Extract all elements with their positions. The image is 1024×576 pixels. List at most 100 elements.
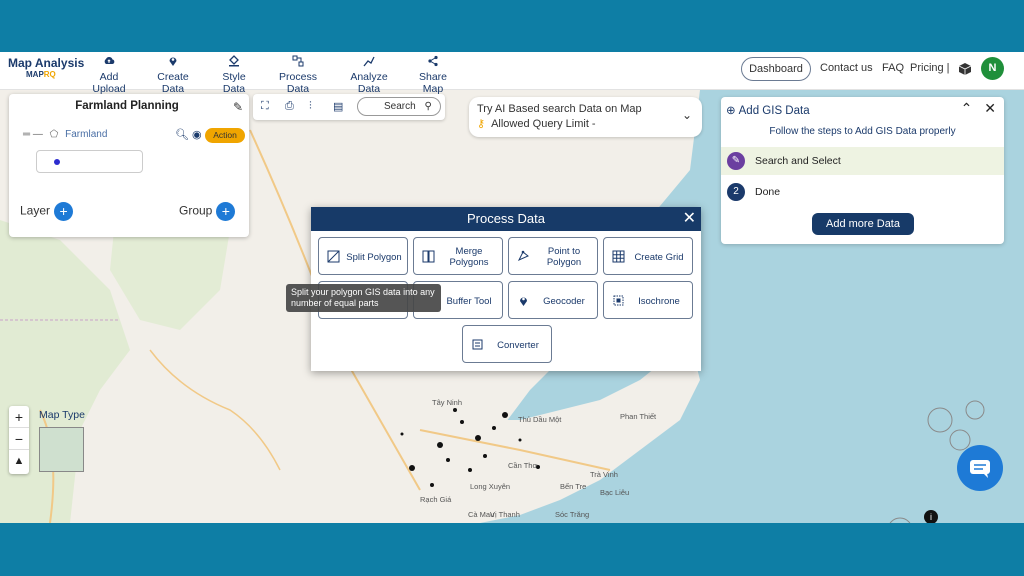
button-label: Converter <box>497 339 539 351</box>
nav-label: Analyze Data <box>350 71 388 95</box>
nav-analyze-data[interactable]: Analyze Data <box>338 55 400 95</box>
isochrone-button[interactable]: Isochrone <box>603 281 693 319</box>
nav-add-upload[interactable]: Add Upload <box>82 55 136 95</box>
grid-icon <box>612 250 625 263</box>
polygon-icon: ⬠ <box>49 129 59 140</box>
button-label: Create Grid <box>634 251 684 263</box>
group-label: Group <box>179 203 213 218</box>
merge-polygons-button[interactable]: Merge Polygons <box>413 237 503 275</box>
print-icon[interactable]: ⎙ <box>285 100 294 113</box>
add-group-plus-icon[interactable]: + <box>216 202 236 221</box>
fullscreen-icon[interactable]: ⛶ <box>261 100 269 113</box>
nav-style-data[interactable]: Style Data <box>210 55 258 95</box>
add-layer-control[interactable]: Layer + <box>20 202 74 221</box>
place-label: Vị Thanh <box>490 510 520 519</box>
cloud-upload-icon <box>82 55 136 69</box>
nav-process-data[interactable]: Process Data <box>267 55 329 95</box>
visibility-eye-icon[interactable]: ◉ <box>192 129 202 141</box>
gis-panel-subtitle: Follow the steps to Add GIS Data properl… <box>769 126 956 137</box>
button-label: Merge Polygons <box>449 246 489 268</box>
ai-search-title: Try AI Based search Data on Map <box>477 103 642 115</box>
split-polygon-button[interactable]: Split Polygon <box>318 237 408 275</box>
place-label: Cần Thơ <box>508 461 538 470</box>
drag-handle-icon[interactable]: ═ — <box>23 129 43 140</box>
chevron-down-icon[interactable]: ⌄ <box>682 108 692 122</box>
place-label: Cà Mau <box>468 510 495 519</box>
app-window: Phan Thiết Thủ Dầu Một Cần Thơ Rạch Giá … <box>0 52 1024 523</box>
geocoder-button[interactable]: Geocoder <box>508 281 598 319</box>
geocoder-icon <box>520 297 527 306</box>
button-label: Split Polygon <box>346 251 402 263</box>
map-toolbar: ⛶ ⎙ ⫶ ▤ Search ⚲ <box>253 94 445 120</box>
place-label: Sóc Trăng <box>555 510 590 519</box>
add-layer-plus-icon[interactable]: + <box>54 202 74 221</box>
compare-icon[interactable]: ⫶ <box>309 100 312 113</box>
edit-icon[interactable]: ✎ <box>233 100 243 114</box>
user-avatar[interactable]: N <box>981 57 1004 80</box>
logo-subtitle: MAPRQ <box>26 70 56 79</box>
merge-polygons-icon <box>422 250 435 263</box>
cube-icon[interactable] <box>958 62 972 81</box>
layer-name[interactable]: Farmland <box>65 129 107 140</box>
zoom-to-layer-icon[interactable]: 🔍︎ <box>175 129 189 141</box>
add-group-control[interactable]: Group + <box>179 202 236 221</box>
collapse-chevron-up-icon[interactable]: ⌃ <box>961 100 973 116</box>
split-polygon-tooltip: Split your polygon GIS data into any num… <box>286 284 441 312</box>
step-number: 2 <box>727 183 745 201</box>
nav-label: Share Map <box>418 71 448 95</box>
contact-link[interactable]: Contact us <box>820 62 873 74</box>
info-icon[interactable]: i <box>924 510 938 523</box>
map-type-thumbnail[interactable] <box>39 427 84 472</box>
gis-panel-title: ⊕ Add GIS Data <box>726 105 810 117</box>
nav-share-map[interactable]: Share Map <box>408 55 458 95</box>
place-label: Phan Thiết <box>620 412 657 421</box>
search-button[interactable]: Search ⚲ <box>357 97 441 116</box>
close-icon[interactable]: ✕ <box>984 100 996 116</box>
action-button[interactable]: Action <box>205 128 245 143</box>
project-title: Farmland Planning <box>75 100 179 112</box>
add-more-data-button[interactable]: Add more Data <box>812 213 914 235</box>
faq-link[interactable]: FAQ <box>882 62 904 74</box>
button-label: Isochrone <box>638 295 680 307</box>
app-logo[interactable]: Map Analysis MAPRQ <box>8 56 84 79</box>
close-icon[interactable]: ✕ <box>683 207 696 231</box>
layer-style-swatch[interactable] <box>36 150 143 173</box>
converter-icon <box>472 339 483 350</box>
zoom-in-button[interactable]: + <box>9 406 29 428</box>
button-label: Buffer Tool <box>446 295 492 307</box>
paint-bucket-icon <box>210 55 258 69</box>
layer-row[interactable]: ═ — ⬠ Farmland <box>23 129 107 140</box>
place-label: Thủ Dầu Một <box>518 415 562 424</box>
place-label: Tây Ninh <box>432 398 463 407</box>
ai-query-limit: ⚷ Allowed Query Limit - <box>477 118 596 130</box>
zoom-controls: + − ▲ <box>9 406 29 474</box>
layer-tools: 🔍︎ ◉ <box>175 128 202 141</box>
step-search-select[interactable]: ✎ Search and Select <box>721 147 1004 175</box>
chat-bubble-icon <box>970 460 990 478</box>
zoom-out-button[interactable]: − <box>9 428 29 450</box>
search-label: Search <box>384 101 416 112</box>
north-arrow-icon[interactable]: ▲ <box>9 450 29 472</box>
nav-create-data[interactable]: Create Data <box>145 55 201 95</box>
add-gis-data-panel: ⊕ Add GIS Data ⌃ ✕ Follow the steps to Ad… <box>721 97 1004 244</box>
color-dot-icon <box>54 159 60 165</box>
panel-controls: ⌃ ✕ <box>961 100 996 117</box>
place-label: Bạc Liêu <box>600 488 630 497</box>
modal-title: Process Data <box>311 207 701 231</box>
point-to-polygon-button[interactable]: Point to Polygon <box>508 237 598 275</box>
dashboard-button[interactable]: Dashboard <box>741 57 811 81</box>
key-icon: ⚷ <box>477 118 486 130</box>
search-icon: ⚲ <box>424 101 432 112</box>
pencil-icon: ✎ <box>727 152 745 170</box>
chat-button[interactable] <box>957 445 1003 491</box>
layers-panel: Farmland Planning ✎ ═ — ⬠ Farmland 🔍︎ ◉ … <box>9 94 249 237</box>
place-label: Bến Tre <box>560 482 587 491</box>
isochrone-icon <box>613 295 624 306</box>
create-grid-button[interactable]: Create Grid <box>603 237 693 275</box>
ai-search-box[interactable]: Try AI Based search Data on Map ⚷ Allowed… <box>469 97 702 137</box>
converter-button[interactable]: Converter <box>462 325 552 363</box>
pricing-link[interactable]: Pricing | <box>910 62 950 74</box>
comment-icon[interactable]: ▤ <box>333 100 343 113</box>
share-icon <box>408 55 458 69</box>
step-done[interactable]: 2 Done <box>721 178 1004 206</box>
